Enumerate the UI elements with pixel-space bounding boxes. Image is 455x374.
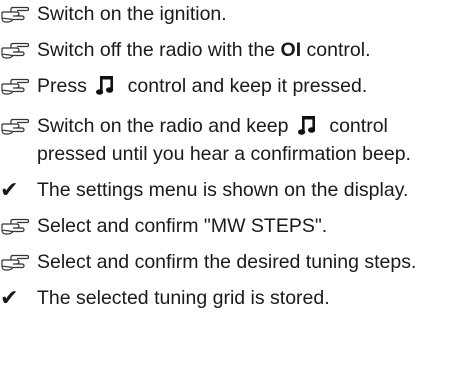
list-item: Switch on the ignition. [0,2,455,26]
step-text: Press control and keep it pressed. [37,74,447,102]
list-item: Switch on the radio and keep control pre… [0,114,455,166]
step-text: Switch on the ignition. [37,3,227,25]
step-text: Select and confirm the desired tuning st… [37,251,417,273]
checkmark-icon: ✔ [0,285,19,310]
pointing-hand-icon [0,74,37,98]
list-item: ✔ The settings menu is shown on the disp… [0,178,455,202]
step-text: Switch on the radio and keep control pre… [37,114,411,165]
pointing-hand-icon [0,250,37,274]
list-item: Switch off the radio with the OI control… [0,38,455,62]
pointing-hand-icon [0,38,37,62]
list-item: Select and confirm "MW STEPS". [0,214,455,238]
oi-control-label: OI [280,39,302,61]
result-text: The settings menu is shown on the displa… [37,179,409,201]
pointing-hand-icon [0,114,37,138]
result-text: The selected tuning grid is stored. [37,287,330,309]
pointing-hand-icon [0,2,37,26]
checkmark-icon: ✔ [0,177,19,202]
music-note-icon [96,74,116,102]
list-item: Press control and keep it pressed. [0,74,455,102]
list-item: ✔ The selected tuning grid is stored. [0,286,455,310]
step-text: Select and confirm "MW STEPS". [37,215,328,237]
instruction-list: Switch on the ignition. Switch off the r… [0,0,455,310]
music-note-icon [297,114,318,142]
step-text: Switch off the radio with the OI control… [37,39,371,61]
pointing-hand-icon [0,214,37,238]
list-item: Select and confirm the desired tuning st… [0,250,455,274]
